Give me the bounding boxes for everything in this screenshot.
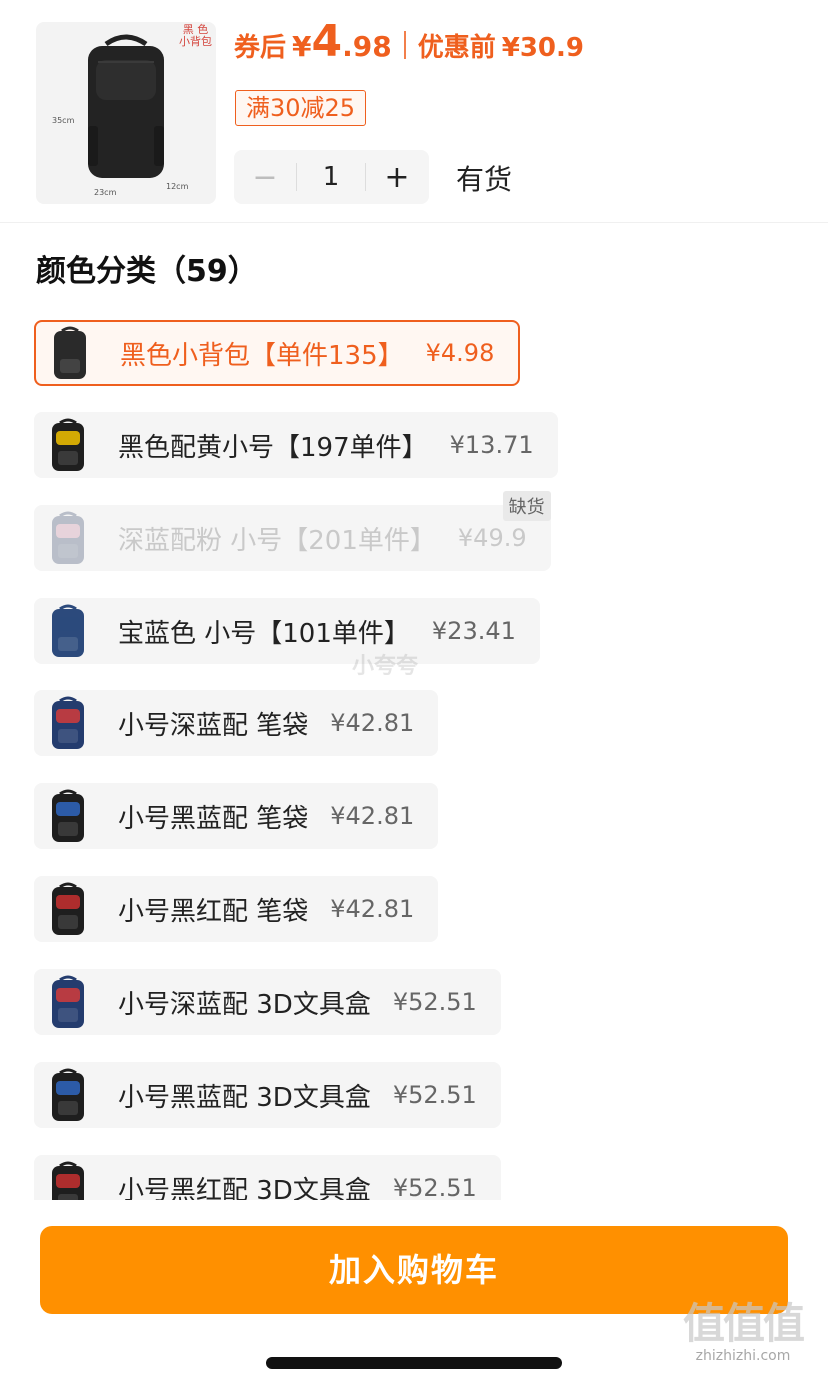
variant-price: ¥52.51 xyxy=(392,1174,477,1200)
variant-option[interactable]: 黑色小背包【单件135】 ¥4.98 xyxy=(34,320,521,386)
variant-option[interactable]: 小号深蓝配 笔袋 ¥42.81 xyxy=(34,690,439,756)
variant-price: ¥42.81 xyxy=(330,802,415,830)
site-watermark-glyphs: 值值值 xyxy=(682,1299,805,1348)
backpack-icon xyxy=(52,418,84,471)
site-watermark: 值值值 zhizhizhi.com xyxy=(668,1300,818,1380)
variant-name: 小号黑蓝配 3D文具盒 xyxy=(118,1082,371,1113)
variant-option[interactable]: 黑色配黄小号【197单件】 ¥13.71 xyxy=(34,412,558,478)
variant-name: 深蓝配粉 小号【201单件】 xyxy=(118,525,436,556)
site-watermark-url: zhizhizhi.com xyxy=(695,1348,791,1364)
backpack-icon xyxy=(54,326,86,379)
variant-option[interactable]: 深蓝配粉 小号【201单件】 ¥49.9 缺货 xyxy=(34,491,551,571)
variant-price: ¥49.9 xyxy=(457,524,527,552)
backpack-icon xyxy=(52,789,84,842)
variant-name: 小号黑红配 3D文具盒 xyxy=(118,1175,371,1201)
variant-price: ¥4.98 xyxy=(425,339,495,367)
variant-option[interactable]: 小号黑红配 笔袋 ¥42.81 xyxy=(34,876,439,942)
variant-thumbnail xyxy=(36,784,100,848)
variant-thumbnail xyxy=(36,506,100,570)
backpack-icon xyxy=(52,975,84,1028)
variant-thumbnail xyxy=(36,599,100,663)
variant-option[interactable]: 小号黑蓝配 笔袋 ¥42.81 xyxy=(34,783,439,849)
backpack-icon xyxy=(52,882,84,935)
variant-thumbnail xyxy=(38,321,102,385)
variant-price: ¥13.71 xyxy=(449,431,534,459)
variant-thumbnail xyxy=(36,1063,100,1127)
backpack-icon xyxy=(52,604,84,657)
variant-name: 小号黑蓝配 笔袋 xyxy=(118,803,309,834)
out-of-stock-badge: 缺货 xyxy=(502,491,551,521)
variant-name: 小号深蓝配 3D文具盒 xyxy=(118,989,371,1020)
variant-name: 小号黑红配 笔袋 xyxy=(118,896,309,927)
variant-price: ¥42.81 xyxy=(330,709,415,737)
variant-thumbnail xyxy=(36,413,100,477)
variant-option[interactable]: 小号黑蓝配 3D文具盒 ¥52.51 xyxy=(34,1062,501,1128)
variant-thumbnail xyxy=(36,877,100,941)
variant-price: ¥52.51 xyxy=(392,1081,477,1109)
variant-option[interactable]: 小号深蓝配 3D文具盒 ¥52.51 xyxy=(34,969,501,1035)
variant-price: ¥23.41 xyxy=(431,617,516,645)
variant-price: ¥42.81 xyxy=(330,895,415,923)
variant-name: 黑色小背包【单件135】 xyxy=(120,340,404,371)
variant-name: 黑色配黄小号【197单件】 xyxy=(118,432,428,463)
variant-list: 黑色小背包【单件135】 ¥4.98 黑色配黄小号【197单件】 ¥13.71 深蓝配粉… xyxy=(0,0,828,1200)
home-indicator[interactable] xyxy=(266,1357,562,1369)
variant-option[interactable]: 小号黑红配 3D文具盒 ¥52.51 xyxy=(34,1155,501,1200)
variant-thumbnail xyxy=(36,691,100,755)
variant-price: ¥52.51 xyxy=(392,988,477,1016)
backpack-icon xyxy=(52,1161,84,1200)
watermark-text: 小夸夸 xyxy=(352,654,419,679)
backpack-icon xyxy=(52,696,84,749)
variant-thumbnail xyxy=(36,970,100,1034)
variant-option[interactable]: 宝蓝色 小号【101单件】 ¥23.41 xyxy=(34,598,540,664)
variant-name: 小号深蓝配 笔袋 xyxy=(118,710,309,741)
variant-thumbnail xyxy=(36,1156,100,1200)
backpack-icon xyxy=(52,1068,84,1121)
backpack-icon xyxy=(52,511,84,564)
variant-name: 宝蓝色 小号【101单件】 xyxy=(118,618,410,649)
